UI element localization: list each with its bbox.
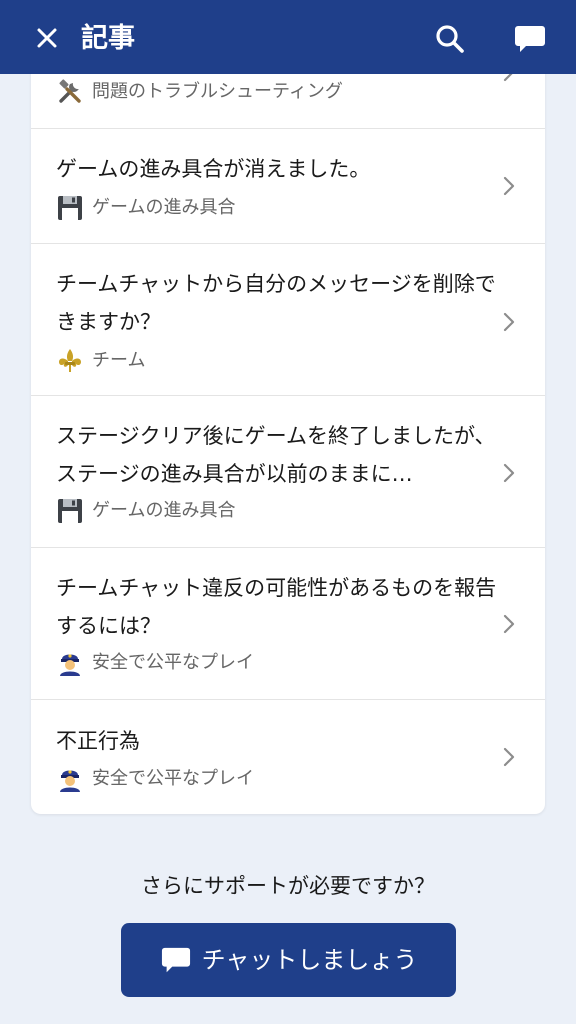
article-row[interactable]: ゲームの進み具合が消えました。 ゲームの進み具合 <box>31 129 545 244</box>
chat-button[interactable] <box>511 20 549 58</box>
floppy-disk-icon <box>56 194 84 222</box>
floppy-disk-icon <box>56 497 84 525</box>
article-category: 問題のトラブルシューティング <box>56 77 343 107</box>
chevron-right-icon <box>499 174 519 198</box>
search-icon <box>436 25 464 53</box>
article-category-label: 問題のトラブルシューティング <box>92 81 343 102</box>
need-help-text: さらにサポートが必要ですか？ <box>141 874 435 898</box>
search-button[interactable] <box>431 20 469 58</box>
article-row[interactable]: ステージクリア後にゲームを終了しましたが、ステージの進み具合が以前のままに… ゲ… <box>31 396 545 548</box>
article-row[interactable]: チームチャットから自分のメッセージを削除できますか？ チーム <box>31 244 545 396</box>
article-category: ゲームの進み具合 <box>56 193 235 223</box>
article-category-label: ゲームの進み具合 <box>92 197 236 218</box>
article-category-label: 安全で公平なプレイ <box>92 768 254 789</box>
article-category-label: チーム <box>92 350 146 371</box>
article-title: ゲームの進み具合が消えました。 <box>56 157 371 181</box>
tools-icon <box>56 78 84 106</box>
article-title: ステージクリア後にゲームを終了しましたが、ステージの進み具合が以前のままに… <box>56 424 496 486</box>
chevron-right-icon <box>499 461 519 485</box>
app-header: 記事 <box>0 0 576 74</box>
chat-now-button[interactable]: チャットしましょう <box>121 923 456 997</box>
chevron-right-icon <box>499 612 519 636</box>
article-category: 安全で公平なプレイ <box>56 764 254 794</box>
chat-bubble-icon <box>515 26 545 52</box>
article-category: 安全で公平なプレイ <box>56 648 254 678</box>
article-category-label: ゲームの進み具合 <box>92 500 236 521</box>
fleur-de-lis-icon <box>56 347 84 375</box>
close-button[interactable] <box>31 22 63 54</box>
article-title: チームチャット違反の可能性があるものを報告するには？ <box>56 576 497 638</box>
chat-now-label: チャットしましょう <box>201 946 418 974</box>
article-title: チームチャットから自分のメッセージを削除できますか？ <box>56 272 496 334</box>
article-list: 問題のトラブルシューティング ゲームの進み具合が消えました。 ゲームの進み具合 … <box>31 40 545 814</box>
article-row[interactable]: 不正行為 安全で公平なプレイ <box>31 700 545 814</box>
page-title: 記事 <box>81 23 135 54</box>
chevron-right-icon <box>499 745 519 769</box>
close-icon <box>37 28 57 48</box>
police-officer-icon <box>56 649 84 677</box>
article-category: ゲームの進み具合 <box>56 496 235 526</box>
article-category: チーム <box>56 346 145 376</box>
article-title: 不正行為 <box>56 729 140 753</box>
article-category-label: 安全で公平なプレイ <box>92 652 254 673</box>
chat-bubble-icon <box>160 944 192 976</box>
police-officer-icon <box>56 765 84 793</box>
chevron-right-icon <box>499 310 519 334</box>
article-row[interactable]: チームチャット違反の可能性があるものを報告するには？ 安全で公平なプレイ <box>31 548 545 700</box>
